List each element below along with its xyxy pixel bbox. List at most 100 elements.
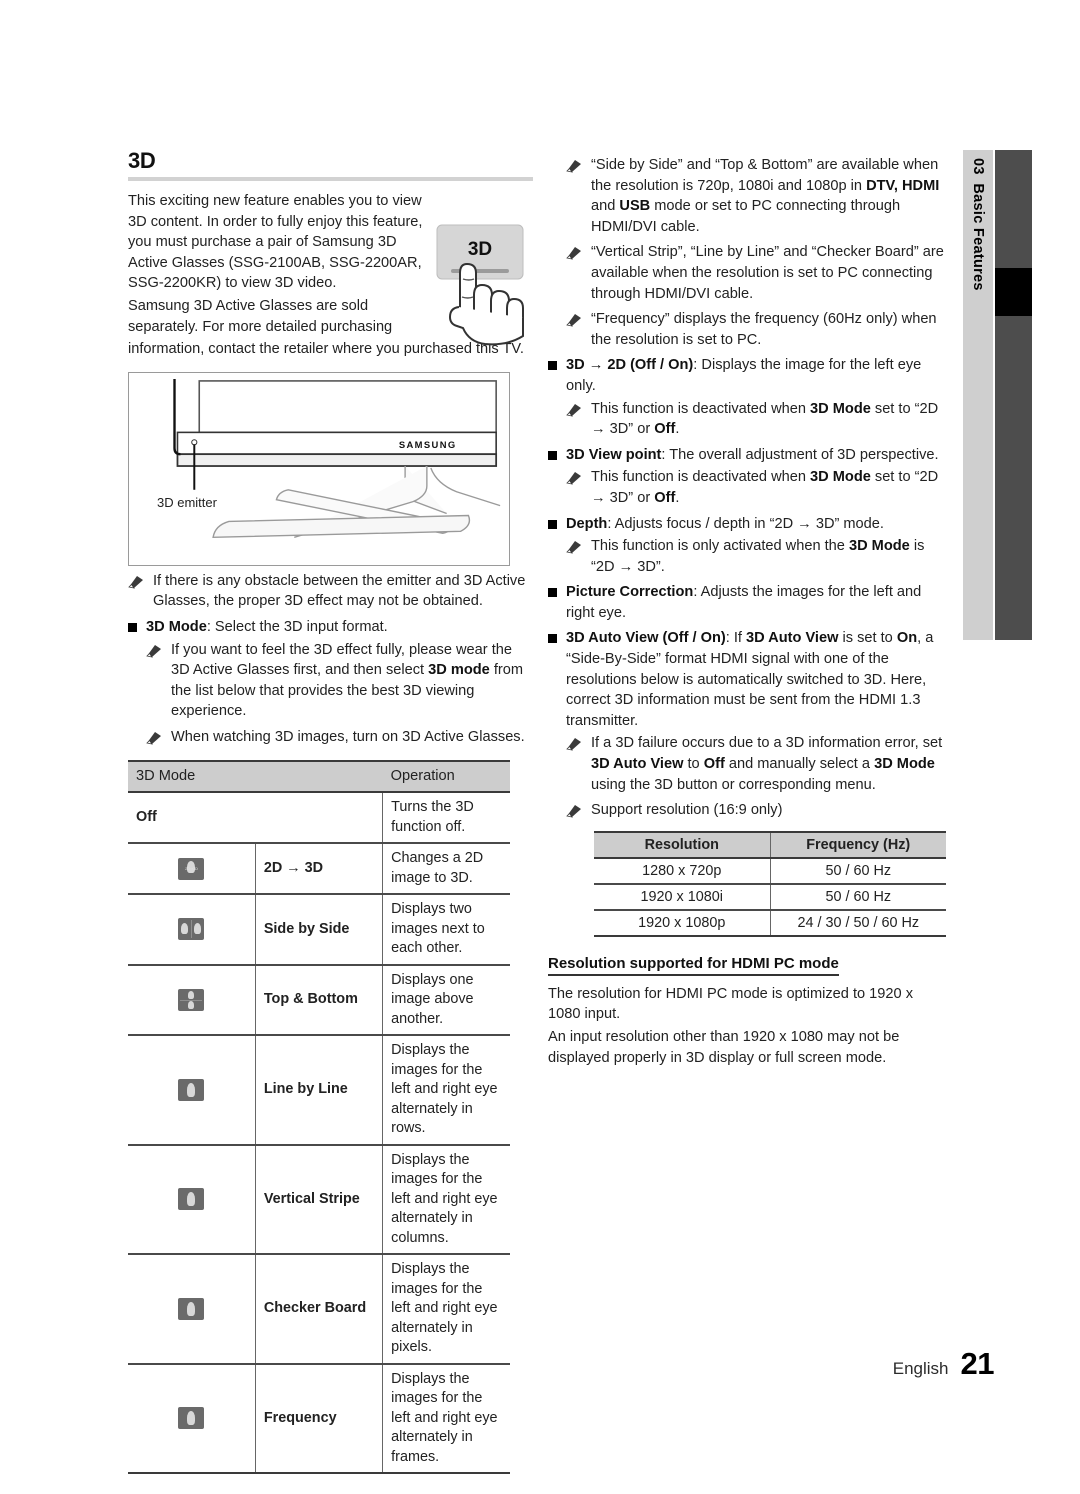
title-rule — [128, 177, 533, 181]
note-deact-a: This function is deactivated when — [591, 469, 811, 486]
section-tab-label: 03 Basic Features — [963, 158, 993, 291]
mode-icon-cell: 2D⇒3D — [128, 843, 256, 895]
intro-paragraph-1: This exciting new feature enables you to… — [128, 193, 423, 292]
square-bullet-icon — [548, 588, 557, 598]
mode-operation: Displays the images for the left and rig… — [382, 1144, 510, 1255]
note-pencil-icon — [566, 313, 583, 327]
page-footer: English 21 — [0, 1346, 995, 1382]
col-header-frequency: Frequency (Hz) — [769, 830, 946, 859]
page-title: 3D — [128, 148, 156, 173]
frequency-value: 50 / 60 Hz — [769, 857, 946, 885]
note-sbs-c: and — [591, 198, 620, 215]
note-fail-3: to — [683, 756, 704, 773]
table-row: 1280 x 720p 50 / 60 Hz — [594, 857, 946, 885]
square-bullet-icon — [548, 634, 557, 644]
resolution-value: 1920 x 1080p — [594, 909, 770, 937]
note-sbs-b: DTV, HDMI — [866, 177, 940, 194]
note-depth-b: 3D Mode — [848, 538, 910, 555]
bullet-picture-correction: Picture Correction: Adjusts the images f… — [548, 582, 948, 623]
intro-block: This exciting new feature enables you to… — [128, 191, 533, 360]
note-deact-e: . — [675, 421, 680, 438]
mode-name: Off — [128, 792, 383, 844]
note-sbs-d: USB — [619, 198, 651, 215]
mode-icon-cell — [128, 1144, 256, 1255]
note-deact-d: Off — [654, 421, 676, 438]
three-d-button-illustration: 3D — [415, 223, 533, 363]
note-deactivated-1: This function is deactivated when 3D Mod… — [566, 399, 948, 440]
square-bullet-icon — [548, 519, 557, 529]
note-pencil-icon — [146, 731, 163, 745]
note-pencil-icon — [566, 403, 583, 417]
note-fail-7: using the 3D button or corresponding men… — [591, 776, 876, 793]
square-bullet-icon — [128, 622, 137, 632]
svg-text:3D: 3D — [468, 239, 492, 260]
mode-name: Top & Bottom — [254, 964, 383, 1036]
note-frequency-display: “Frequency” displays the frequency (60Hz… — [566, 309, 948, 350]
section-tab-title: Basic Features — [970, 183, 986, 291]
subsection-heading: Resolution supported for HDMI PC mode — [548, 955, 839, 976]
note-3d-failure: If a 3D failure occurs due to a 3D infor… — [566, 733, 948, 795]
line-by-line-icon — [178, 1078, 205, 1101]
note-pencil-icon — [146, 644, 163, 658]
note-support-resolution-text: Support resolution (16:9 only) — [591, 802, 783, 819]
table-header-row: 3D Mode Operation — [128, 759, 510, 793]
note-deact-d: Off — [654, 489, 676, 506]
subsection-paragraph-2: An input resolution other than 1920 x 10… — [548, 1029, 900, 1066]
bullet-auto-view-title: 3D Auto View (Off / On) — [566, 630, 726, 647]
note-side-by-side-availability: “Side by Side” and “Top & Bottom” are av… — [566, 155, 948, 237]
table-row: Off Turns the 3D function off. — [128, 792, 510, 844]
mode-operation: Displays one image above another. — [382, 964, 510, 1036]
table-row: 2D⇒3D 2D → 3D Changes a 2D image to 3D. — [128, 843, 510, 895]
bullet-auto-view-4: On — [896, 630, 918, 647]
bullet-auto-view-2: 3D Auto View — [746, 630, 839, 647]
resolution-value: 1920 x 1080i — [594, 883, 770, 911]
mode-operation: Changes a 2D image to 3D. — [382, 843, 510, 895]
note-depth-activation: This function is only activated when the… — [566, 536, 948, 577]
note-fail-5: and manually select a — [724, 756, 875, 773]
note-fail-1: If a 3D failure occurs due to a 3D infor… — [591, 735, 943, 752]
table-row: Side by Side Displays two images next to… — [128, 894, 510, 966]
bullet-3d-mode-rest: : Select the 3D input format. — [206, 618, 388, 635]
vertical-stripe-icon — [178, 1188, 205, 1211]
mode-name: Side by Side — [254, 894, 383, 966]
note-vertical-strip-availability: “Vertical Strip”, “Line by Line” and “Ch… — [566, 242, 948, 304]
note-pencil-icon — [128, 575, 145, 589]
note-depth-a: This function is only activated when the — [591, 538, 849, 555]
note-pencil-icon — [566, 246, 583, 260]
mode-icon-cell — [128, 894, 256, 966]
hand-pressing-3d-button-icon: 3D — [436, 224, 524, 346]
mode-operation: Displays the images for the left and rig… — [382, 1035, 510, 1146]
frequency-icon — [178, 1407, 205, 1430]
note-pencil-icon — [566, 540, 583, 554]
frequency-value: 50 / 60 Hz — [769, 883, 946, 911]
section-bar — [995, 150, 1032, 640]
mode-operation: Displays two images next to each other. — [382, 894, 510, 966]
subsection-paragraph-1: The resolution for HDMI PC mode is optim… — [548, 985, 914, 1023]
col-header-mode: 3D Mode — [128, 759, 383, 793]
note-pencil-icon — [566, 159, 583, 173]
bullet-view-point-title: 3D View point — [566, 446, 662, 463]
left-column: 3D This exciting new feature enables you… — [128, 148, 533, 1474]
note-pencil-icon — [566, 471, 583, 485]
col-header-operation: Operation — [382, 759, 510, 793]
table-row: 1920 x 1080i 50 / 60 Hz — [594, 883, 946, 911]
bullet-auto-view-1: : If — [725, 630, 746, 647]
mode-name: Line by Line — [254, 1035, 383, 1146]
tv-illustration: SAMSUNG 3D emitter — [128, 371, 510, 566]
bullet-3d-to-2d: 3D → 2D (Off / On): Displays the image f… — [548, 355, 948, 396]
bullet-depth-rest: : Adjusts focus / depth in “2D → 3D” mod… — [607, 515, 884, 532]
bullet-3d-view-point: 3D View point: The overall adjustment of… — [548, 445, 948, 466]
emitter-label: 3D emitter — [157, 494, 217, 510]
note-frequency-text: “Frequency” displays the frequency (60Hz… — [591, 311, 937, 348]
top-bottom-icon — [178, 988, 205, 1011]
checker-board-icon — [178, 1297, 205, 1320]
right-column: “Side by Side” and “Top & Bottom” are av… — [548, 150, 948, 1070]
section-tab-number: 03 — [970, 158, 986, 175]
note-support-resolution: Support resolution (16:9 only) — [566, 800, 948, 821]
mode-name: Vertical Stripe — [254, 1144, 383, 1255]
note-fail-6: 3D Mode — [874, 756, 935, 773]
note-deactivated-2: This function is deactivated when 3D Mod… — [566, 467, 948, 508]
note-vertical-strip-text: “Vertical Strip”, “Line by Line” and “Ch… — [591, 244, 944, 302]
svg-text:SAMSUNG: SAMSUNG — [399, 439, 457, 450]
bullet-depth: Depth: Adjusts focus / depth in “2D → 3D… — [548, 514, 948, 535]
